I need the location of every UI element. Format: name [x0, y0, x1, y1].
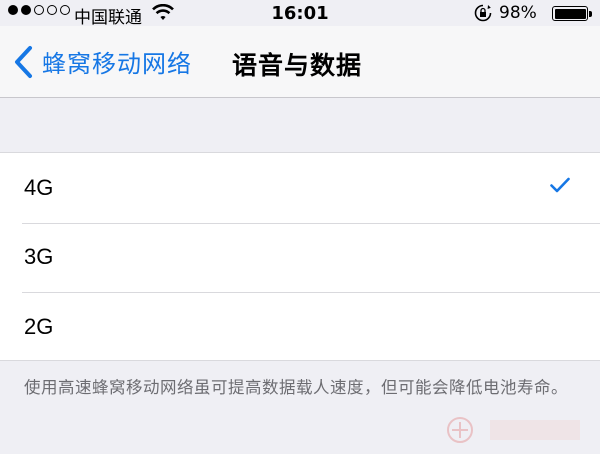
network-options-list: 4G 3G 2G	[0, 152, 600, 361]
status-bar: 中国联通 16:01 98%	[0, 0, 600, 28]
battery-icon	[552, 6, 592, 21]
option-3g[interactable]: 3G	[0, 222, 600, 293]
option-4g[interactable]: 4G	[0, 153, 600, 223]
option-label: 3G	[24, 244, 54, 270]
page-title: 语音与数据	[232, 51, 363, 80]
navigation-bar: 蜂窝移动网络 语音与数据	[0, 26, 600, 98]
rotation-lock-icon	[474, 4, 492, 22]
option-2g[interactable]: 2G	[0, 292, 600, 362]
back-button[interactable]: 蜂窝移动网络	[12, 44, 192, 79]
screen: 中国联通 16:01 98% 蜂窝移动网络 语音与数据 4G 3G 2G 使用高…	[0, 0, 600, 454]
checkmark-icon	[550, 177, 570, 193]
watermark-logo	[447, 417, 580, 443]
back-button-label: 蜂窝移动网络	[42, 50, 192, 78]
chevron-left-icon	[15, 45, 32, 78]
footer-description: 使用高速蜂窝移动网络虽可提高数据载人速度，但可能会降低电池寿命。	[24, 378, 568, 397]
battery-percent: 98%	[499, 3, 537, 23]
option-label: 4G	[24, 174, 54, 200]
option-label: 2G	[24, 313, 54, 339]
